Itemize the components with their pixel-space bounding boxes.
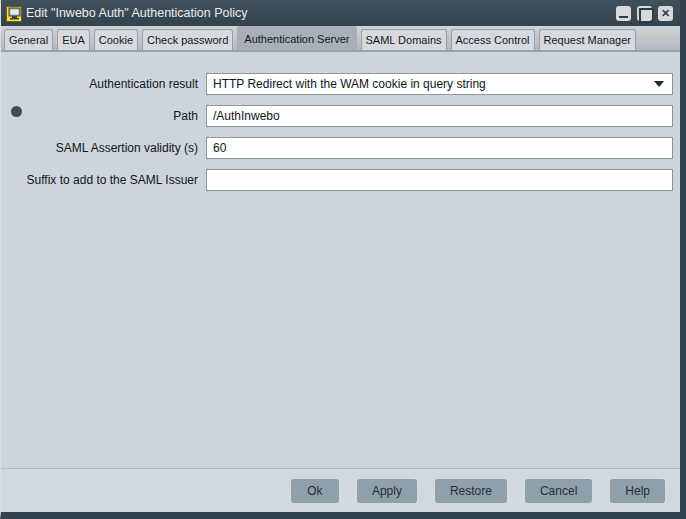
bullet-indicator	[11, 106, 22, 117]
tab-saml-domains[interactable]: SAML Domains	[361, 29, 447, 50]
close-button[interactable]: ✕	[658, 6, 673, 21]
tab-cookie[interactable]: Cookie	[94, 29, 138, 50]
tab-authentication-server[interactable]: Authentication Server	[237, 26, 356, 50]
ok-button[interactable]: Ok	[291, 479, 339, 503]
form-row-saml-assertion-validity: SAML Assertion validity (s)	[1, 137, 673, 159]
tab-request-manager[interactable]: Request Manager	[539, 29, 636, 50]
tab-content-panel: Authentication result HTTP Redirect with …	[1, 52, 680, 468]
tab-eua[interactable]: EUA	[57, 29, 90, 50]
field-label-authentication-result: Authentication result	[1, 77, 206, 91]
form-row-saml-issuer-suffix: Suffix to add to the SAML Issuer	[1, 169, 673, 191]
restore-button[interactable]: Restore	[435, 479, 507, 503]
application-icon	[6, 5, 23, 22]
saml-assertion-validity-input[interactable]	[206, 137, 673, 159]
field-label-path: Path	[1, 109, 206, 123]
tab-access-control[interactable]: Access Control	[451, 29, 535, 50]
form-row-path: Path	[1, 105, 673, 127]
window-title: Edit "Inwebo Auth" Authentication Policy	[26, 6, 616, 20]
dialog-window: Edit "Inwebo Auth" Authentication Policy…	[0, 0, 686, 519]
tab-bar: GeneralEUACookieCheck passwordAuthentica…	[1, 26, 680, 52]
field-label-saml-assertion-validity: SAML Assertion validity (s)	[1, 141, 206, 155]
cancel-button[interactable]: Cancel	[525, 479, 592, 503]
dropdown-arrow-icon	[654, 81, 664, 87]
title-bar: Edit "Inwebo Auth" Authentication Policy…	[1, 0, 680, 26]
saml-issuer-suffix-input[interactable]	[206, 169, 673, 191]
apply-button[interactable]: Apply	[357, 479, 417, 503]
field-label-saml-issuer-suffix: Suffix to add to the SAML Issuer	[1, 173, 206, 187]
tab-general[interactable]: General	[4, 29, 53, 50]
help-button[interactable]: Help	[610, 479, 665, 503]
button-bar: Ok Apply Restore Cancel Help	[1, 468, 680, 512]
maximize-button[interactable]	[637, 6, 652, 21]
tab-check-password[interactable]: Check password	[142, 29, 233, 50]
authentication-result-selected-value: HTTP Redirect with the WAM cookie in que…	[213, 77, 654, 91]
path-input[interactable]	[206, 105, 673, 127]
minimize-button[interactable]	[616, 6, 631, 21]
form-row-authentication-result: Authentication result HTTP Redirect with …	[1, 73, 673, 95]
authentication-result-dropdown[interactable]: HTTP Redirect with the WAM cookie in que…	[206, 73, 673, 95]
